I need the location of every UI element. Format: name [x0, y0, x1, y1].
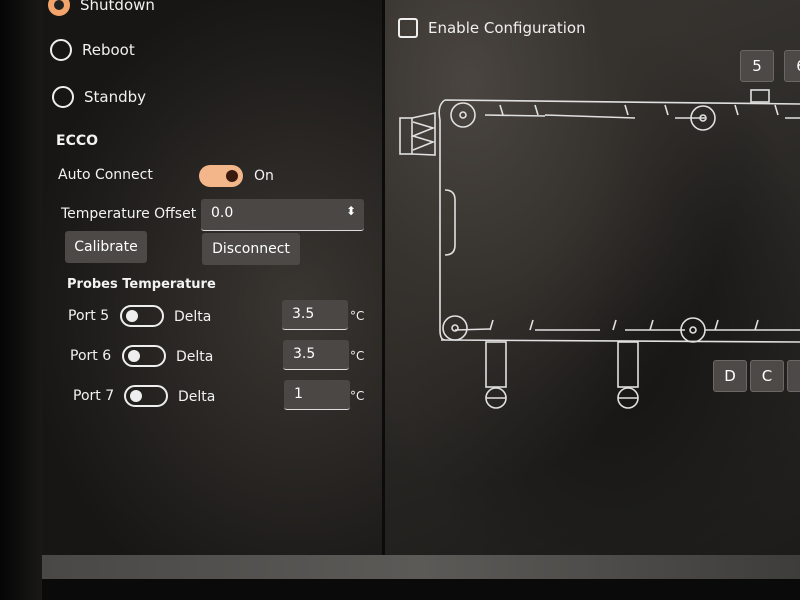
conveyor-inlet	[399, 112, 436, 156]
radio-label: Standby	[84, 88, 147, 106]
machine-diagram	[399, 89, 800, 409]
auto-connect-label: Auto Connect	[58, 167, 153, 183]
radio-circle	[50, 39, 72, 61]
port-6-delta-input[interactable]: 3.5	[283, 340, 349, 370]
port-label: Port 5	[68, 308, 110, 324]
unit-label: °C	[350, 389, 365, 403]
disconnect-button[interactable]: Disconnect	[202, 233, 300, 265]
radio-reboot[interactable]: Reboot	[50, 39, 135, 61]
spinner-arrows-icon[interactable]: ⬍	[346, 204, 356, 218]
settings-panel: Shutdown Reboot Standby ECCO Auto Connec…	[42, 0, 382, 555]
probes-heading: Probes Temperature	[67, 277, 216, 292]
port-5-toggle[interactable]	[120, 305, 164, 327]
radio-label: Shutdown	[80, 0, 155, 14]
port-5-delta-input[interactable]: 3.5	[282, 300, 348, 330]
radio-label: Reboot	[82, 41, 135, 59]
unit-label: °C	[350, 349, 365, 363]
temperature-offset-value: 0.0	[211, 205, 234, 221]
auto-connect-state: On	[254, 168, 274, 184]
screen-bottom-edge	[42, 579, 800, 600]
delta-label: Delta	[174, 309, 212, 325]
delta-label: Delta	[176, 349, 214, 365]
probes	[485, 89, 770, 409]
radio-circle	[52, 86, 74, 108]
radio-standby[interactable]: Standby	[52, 86, 146, 108]
guides	[444, 104, 779, 331]
calibrate-button[interactable]: Calibrate	[65, 231, 147, 263]
rollers	[442, 102, 716, 343]
port-7-toggle[interactable]	[124, 385, 168, 407]
bottom-status-bar	[42, 555, 800, 579]
screen-bezel	[0, 0, 42, 600]
temperature-offset-spinbox[interactable]: 0.0 ⬍	[201, 199, 364, 231]
port-7-delta-input[interactable]: 1	[284, 380, 350, 410]
auto-connect-toggle[interactable]	[199, 165, 243, 187]
frame-outline	[438, 99, 800, 343]
port-6-toggle[interactable]	[122, 345, 166, 367]
radio-circle	[48, 0, 70, 16]
temperature-offset-label: Temperature Offset	[61, 206, 197, 222]
delta-label: Delta	[178, 389, 216, 405]
ecco-heading: ECCO	[56, 133, 99, 149]
configuration-panel: Enable Configuration 5 6 D C B	[385, 0, 800, 555]
radio-shutdown[interactable]: Shutdown	[48, 0, 155, 16]
port-label: Port 7	[73, 388, 115, 404]
unit-label: °C	[350, 309, 365, 323]
port-label: Port 6	[70, 348, 112, 364]
